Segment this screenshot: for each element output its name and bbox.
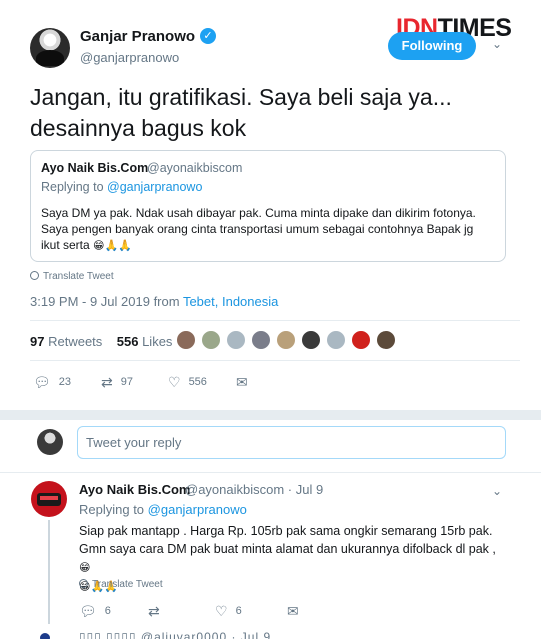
reply-author-name[interactable]: Ayo Naik Bis.Com [79, 482, 191, 497]
divider [0, 472, 541, 473]
quoted-line-1: Saya DM ya pak. Ndak usah dibayar pak. C… [41, 206, 476, 220]
reply-reply-count: 6 [104, 605, 111, 617]
liker-avatar[interactable] [276, 330, 296, 350]
author-avatar[interactable] [30, 28, 70, 68]
retweets-label: Retweets [48, 334, 103, 349]
chevron-down-icon[interactable]: ⌄ [492, 37, 502, 51]
message-icon: ✉ [287, 603, 299, 619]
quoted-line-3: ikut serta [41, 238, 90, 252]
replying-prefix: Replying to [79, 502, 148, 517]
reply-emoji-inline: 😁 [79, 562, 91, 574]
reply-replying-to: Replying to @ganjarpranowo [79, 502, 247, 517]
liker-avatar[interactable] [351, 330, 371, 350]
following-button[interactable]: Following [388, 32, 476, 60]
reply-author-handle[interactable]: @ayonaikbiscom · Jul 9 [185, 482, 323, 497]
reply-count: 23 [58, 376, 72, 388]
reply-message-action[interactable]: ✉ [287, 603, 307, 620]
translate-label: Translate Tweet [92, 579, 163, 590]
retweet-action[interactable]: ⇄ 97 [101, 374, 133, 391]
quoted-body: Saya DM ya pak. Ndak usah dibayar pak. C… [41, 205, 501, 254]
message-icon: ✉ [236, 374, 248, 390]
reply-icon: 💬︎ [33, 374, 51, 390]
retweets-stat[interactable]: 97 Retweets [30, 334, 102, 349]
reply-action[interactable]: 💬︎ 23 [33, 374, 71, 391]
likes-label: Likes [142, 334, 173, 349]
translate-tweet-link[interactable]: Translate Tweet [30, 271, 114, 282]
like-icon: ♡ [168, 374, 181, 390]
globe-icon [30, 271, 39, 280]
replying-to-link[interactable]: @ganjarpranowo [148, 502, 247, 517]
reply-like-count: 6 [235, 605, 242, 617]
replying-to-link[interactable]: @ganjarpranowo [107, 180, 202, 194]
author-handle[interactable]: @ganjarpranowo [80, 50, 179, 65]
section-divider [0, 410, 541, 420]
reply-icon: 💬︎ [79, 603, 97, 619]
retweets-count: 97 [30, 334, 45, 349]
retweet-icon: ⇄ [148, 603, 160, 619]
divider [30, 320, 520, 321]
quoted-line-2: Saya pengen banyak orang cinta transport… [41, 222, 474, 236]
tweet-timestamp: 3:19 PM - 9 Jul 2019 from Tebet, Indones… [30, 294, 278, 309]
translate-label: Translate Tweet [43, 271, 114, 282]
bus-logo-icon [37, 493, 61, 506]
thread-line [48, 520, 50, 624]
liker-avatar[interactable] [326, 330, 346, 350]
tweet-time: 3:19 PM - 9 Jul 2019 from [30, 294, 183, 309]
quoted-emojis: 😁🙏🙏 [93, 240, 132, 252]
likes-count: 556 [116, 334, 139, 349]
liker-avatar[interactable] [226, 330, 246, 350]
next-reply-avatar[interactable] [40, 633, 50, 639]
current-user-avatar [37, 429, 63, 455]
divider [30, 360, 520, 361]
message-action[interactable]: ✉ [236, 374, 256, 391]
liker-avatar[interactable] [301, 330, 321, 350]
reply-like-action[interactable]: ♡ 6 [215, 603, 242, 620]
liker-avatar[interactable] [201, 330, 221, 350]
replying-prefix: Replying to [41, 180, 108, 194]
next-reply-preview: ▯▯▯ ▯▯▯▯ @aljuvar0000 · Jul 9 [79, 630, 272, 639]
verified-icon: ✓ [200, 28, 216, 44]
globe-icon [79, 579, 88, 588]
reply-reply-action[interactable]: 💬︎ 6 [79, 603, 111, 620]
liker-avatar[interactable] [376, 330, 396, 350]
tweet-location-link[interactable]: Tebet, Indonesia [183, 294, 278, 309]
reply-translate-link[interactable]: Translate Tweet [79, 579, 163, 590]
reply-retweet-action[interactable]: ⇄ [148, 603, 168, 620]
tweet-stats: 97 Retweets 556 Likes [30, 334, 172, 349]
likes-stat[interactable]: 556 Likes [117, 334, 173, 349]
reply-author-avatar[interactable] [31, 481, 67, 517]
liker-avatar[interactable] [176, 330, 196, 350]
chevron-down-icon[interactable]: ⌄ [492, 484, 502, 498]
quoted-replying-to: Replying to @ganjarpranowo [41, 180, 202, 194]
reply-line-1: Siap pak mantapp . Harga Rp. 105rb pak s… [79, 524, 493, 538]
like-action[interactable]: ♡ 556 [168, 374, 207, 391]
retweet-count: 97 [120, 376, 133, 388]
quoted-author-handle: @ayonaikbiscom [147, 161, 243, 175]
quoted-author-name: Ayo Naik Bis.Com [41, 161, 149, 175]
author-name[interactable]: Ganjar Pranowo [80, 28, 195, 45]
like-icon: ♡ [215, 603, 228, 619]
like-count: 556 [188, 376, 207, 388]
tweet-text: Jangan, itu gratifikasi. Saya beli saja … [30, 84, 452, 141]
reply-line-2: Gmn saya cara DM pak buat minta alamat d… [79, 542, 496, 556]
retweet-icon: ⇄ [101, 374, 113, 390]
liker-avatar[interactable] [251, 330, 271, 350]
reply-input[interactable]: Tweet your reply [77, 426, 506, 459]
